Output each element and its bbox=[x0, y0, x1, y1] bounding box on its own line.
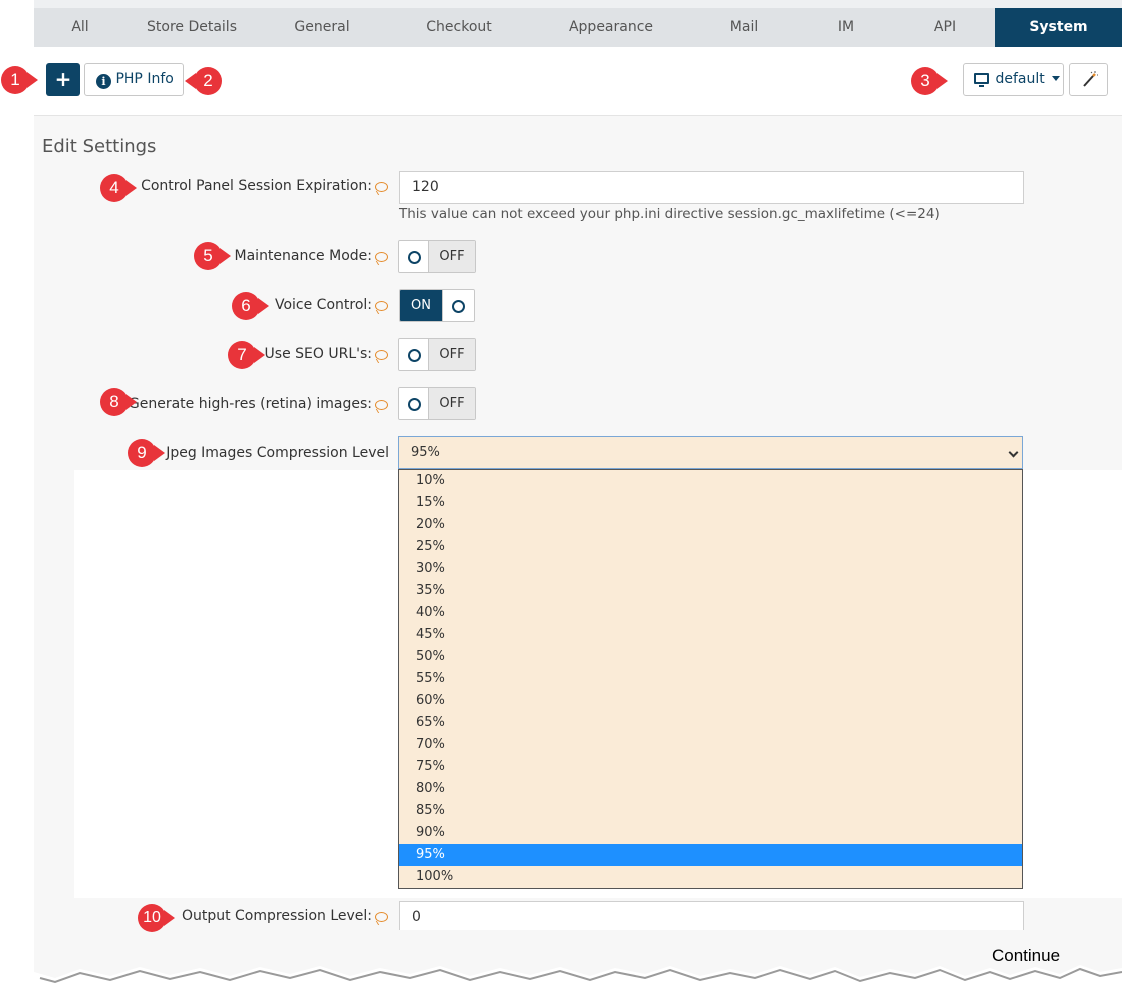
dropdown-option[interactable]: 90% bbox=[399, 822, 1022, 844]
toggle-state: OFF bbox=[428, 339, 475, 370]
callout-marker: 10 bbox=[138, 904, 175, 932]
dropdown-option[interactable]: 20% bbox=[399, 514, 1022, 536]
tab-system[interactable]: System bbox=[995, 8, 1122, 47]
help-bubble-icon[interactable] bbox=[375, 912, 388, 922]
template-label: default bbox=[995, 71, 1045, 87]
toggle-knob-icon bbox=[399, 388, 428, 419]
help-bubble-icon[interactable] bbox=[375, 252, 388, 262]
monitor-icon bbox=[974, 73, 989, 87]
callout-marker: 3 bbox=[911, 67, 948, 95]
seo-urls-label: Use SEO URL's: bbox=[264, 346, 372, 362]
session-expiration-help: This value can not exceed your php.ini d… bbox=[399, 206, 940, 222]
dropdown-option[interactable]: 85% bbox=[399, 800, 1022, 822]
continue-label: Continue bbox=[992, 946, 1061, 965]
tab-general[interactable]: General bbox=[258, 8, 386, 47]
magic-wand-button[interactable] bbox=[1069, 63, 1108, 96]
php-info-label: PHP Info bbox=[115, 71, 174, 87]
tab-api[interactable]: API bbox=[894, 8, 996, 47]
tab-bar: All Store Details General Checkout Appea… bbox=[34, 0, 1122, 47]
tab-im[interactable]: IM bbox=[798, 8, 894, 47]
callout-marker: 7 bbox=[228, 341, 265, 369]
dropdown-option[interactable]: 35% bbox=[399, 580, 1022, 602]
toggle-state: OFF bbox=[428, 241, 475, 272]
dropdown-option[interactable]: 100% bbox=[399, 866, 1022, 888]
help-bubble-icon[interactable] bbox=[375, 400, 388, 410]
dropdown-option[interactable]: 95% bbox=[399, 844, 1022, 866]
panel-title: Edit Settings bbox=[42, 136, 157, 157]
callout-marker: 6 bbox=[232, 292, 269, 320]
template-dropdown-button[interactable]: default bbox=[963, 63, 1064, 96]
maintenance-mode-toggle[interactable]: OFF bbox=[398, 240, 476, 273]
retina-images-label: Generate high-res (retina) images: bbox=[128, 396, 372, 412]
dropdown-option[interactable]: 55% bbox=[399, 668, 1022, 690]
seo-urls-toggle[interactable]: OFF bbox=[398, 338, 476, 371]
dropdown-option[interactable]: 65% bbox=[399, 712, 1022, 734]
session-expiration-input[interactable]: 120 bbox=[399, 171, 1024, 204]
jpeg-compression-value: 95% bbox=[411, 445, 440, 460]
dropdown-option[interactable]: 25% bbox=[399, 536, 1022, 558]
toggle-knob-icon bbox=[442, 290, 474, 321]
toggle-knob-icon bbox=[399, 339, 428, 370]
tab-all[interactable]: All bbox=[34, 8, 126, 47]
dropdown-option[interactable]: 80% bbox=[399, 778, 1022, 800]
dropdown-option[interactable]: 45% bbox=[399, 624, 1022, 646]
help-bubble-icon[interactable] bbox=[375, 350, 388, 360]
dropdown-option[interactable]: 40% bbox=[399, 602, 1022, 624]
jpeg-compression-options: 10% 15% 20% 25% 30% 35% 40% 45% 50% 55% 60% 65% 70% 7… bbox=[398, 469, 1023, 889]
session-expiration-label: Control Panel Session Expiration: bbox=[141, 178, 372, 194]
dropdown-option[interactable]: 60% bbox=[399, 690, 1022, 712]
voice-control-label: Voice Control: bbox=[274, 297, 372, 313]
toggle-knob-icon bbox=[399, 241, 428, 272]
help-bubble-icon[interactable] bbox=[375, 182, 388, 192]
dropdown-option[interactable]: 50% bbox=[399, 646, 1022, 668]
callout-marker: 5 bbox=[194, 242, 231, 270]
tab-checkout[interactable]: Checkout bbox=[386, 8, 532, 47]
tab-appearance[interactable]: Appearance bbox=[532, 8, 690, 47]
dropdown-option[interactable]: 10% bbox=[399, 470, 1022, 492]
caret-down-icon bbox=[1052, 76, 1061, 81]
magic-wand-icon bbox=[1083, 71, 1098, 87]
info-icon: i bbox=[96, 74, 111, 89]
jpeg-compression-select[interactable]: 95% bbox=[398, 436, 1023, 469]
torn-edge-graphic bbox=[34, 930, 1122, 984]
tab-mail[interactable]: Mail bbox=[690, 8, 798, 47]
callout-marker: 9 bbox=[128, 439, 165, 467]
callout-marker: 2 bbox=[185, 67, 222, 95]
callout-marker: 8 bbox=[100, 388, 137, 416]
toggle-state: OFF bbox=[428, 388, 475, 419]
chevron-down-icon bbox=[1008, 447, 1019, 458]
toggle-state: ON bbox=[400, 290, 442, 321]
php-info-button[interactable]: i PHP Info bbox=[84, 63, 184, 96]
retina-images-toggle[interactable]: OFF bbox=[398, 387, 476, 420]
dropdown-option[interactable]: 70% bbox=[399, 734, 1022, 756]
dropdown-option[interactable]: 15% bbox=[399, 492, 1022, 514]
dropdown-option[interactable]: 75% bbox=[399, 756, 1022, 778]
help-bubble-icon[interactable] bbox=[375, 301, 388, 311]
callout-marker: 1 bbox=[1, 66, 38, 94]
callout-marker: 4 bbox=[100, 174, 137, 202]
add-button[interactable]: + bbox=[46, 63, 80, 96]
tab-store-details[interactable]: Store Details bbox=[126, 8, 258, 47]
dropdown-option[interactable]: 30% bbox=[399, 558, 1022, 580]
voice-control-toggle[interactable]: ON bbox=[399, 289, 475, 322]
